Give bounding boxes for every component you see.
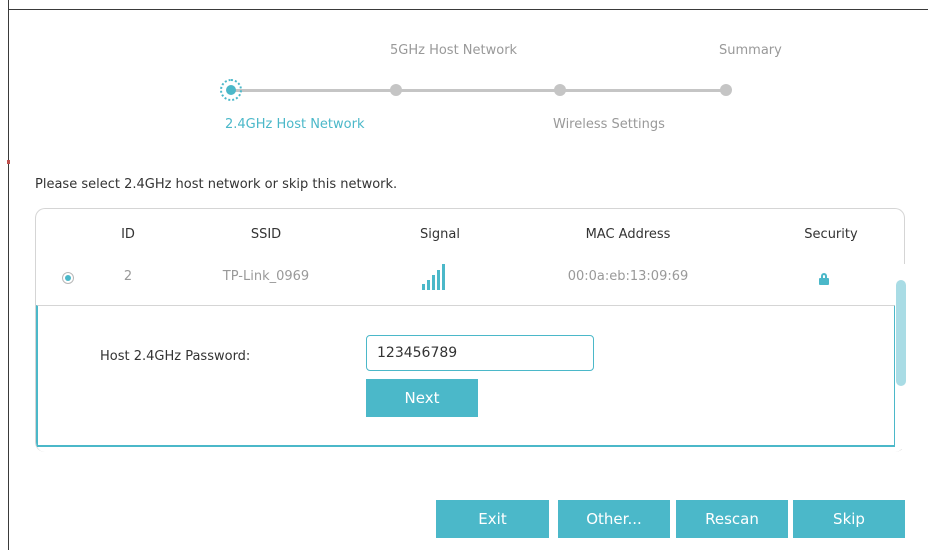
column-header-id: ID (121, 227, 135, 242)
scrollbar-thumb[interactable] (896, 280, 906, 386)
cell-ssid: TP-Link_0969 (222, 269, 310, 284)
edge-marker (7, 160, 10, 164)
table-header: ID SSID Signal MAC Address Security (36, 209, 904, 261)
skip-button[interactable]: Skip (793, 500, 905, 538)
step-dot (390, 84, 402, 96)
step-connector (396, 89, 560, 92)
step-label-wireless-settings: Wireless Settings (553, 117, 665, 132)
rescan-button[interactable]: Rescan (676, 500, 788, 538)
password-label: Host 2.4GHz Password: (100, 349, 251, 364)
column-header-ssid: SSID (250, 227, 282, 242)
step-label-5ghz: 5GHz Host Network (390, 43, 518, 58)
cell-id: 2 (123, 269, 133, 284)
step-label-2-4ghz: 2.4GHz Host Network (225, 117, 365, 132)
table-row[interactable]: 2 TP-Link_0969 00:0a:eb:13:09:69 (36, 261, 896, 303)
network-table: ID SSID Signal MAC Address Security 2 TP… (35, 208, 905, 452)
step-label-summary: Summary (719, 43, 782, 58)
step-connector (232, 89, 396, 92)
step-dot (554, 84, 566, 96)
column-header-mac-address: MAC Address (585, 227, 671, 242)
lock-icon (819, 273, 829, 285)
signal-strength-icon (422, 264, 446, 290)
instruction-text: Please select 2.4GHz host network or ski… (35, 177, 398, 192)
step-connector (560, 89, 726, 92)
exit-button[interactable]: Exit (436, 500, 549, 538)
password-input[interactable] (366, 335, 594, 371)
step-dot-active (220, 79, 242, 101)
password-panel: Host 2.4GHz Password: Next (36, 305, 896, 447)
cell-mac-address: 00:0a:eb:13:09:69 (567, 269, 689, 284)
step-dot (720, 84, 732, 96)
next-button[interactable]: Next (366, 379, 478, 417)
column-header-signal: Signal (420, 227, 460, 242)
other-button[interactable]: Other... (558, 500, 670, 538)
column-header-security: Security (804, 227, 858, 242)
wizard-stepper: 2.4GHz Host Network 5GHz Host Network Wi… (0, 0, 928, 140)
